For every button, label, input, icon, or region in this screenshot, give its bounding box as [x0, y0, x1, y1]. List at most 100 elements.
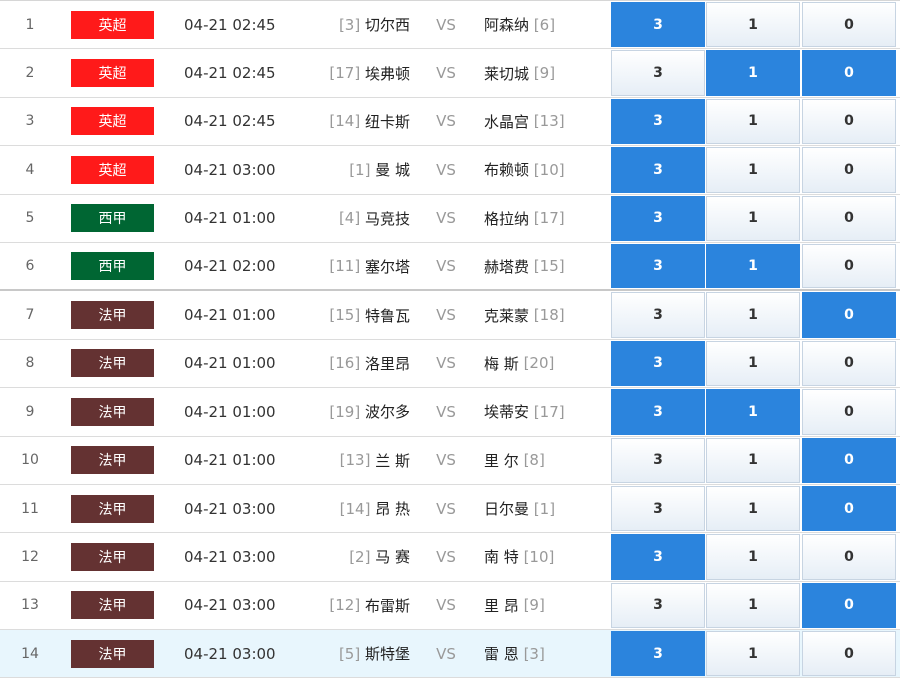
league-badge[interactable]: 英超 — [71, 59, 154, 88]
option-draw-button[interactable]: 1 — [706, 485, 800, 532]
away-team-name[interactable]: 布赖顿 — [484, 159, 529, 180]
home-team-name[interactable]: 特鲁瓦 — [365, 305, 410, 326]
option-loss-button[interactable]: 0 — [802, 437, 896, 483]
away-rank: [17] — [533, 209, 565, 228]
away-team-name[interactable]: 阿森纳 — [484, 14, 529, 35]
league-badge[interactable]: 英超 — [71, 107, 154, 136]
option-win-button[interactable]: 3 — [611, 292, 705, 338]
league-cell: 英超 — [71, 146, 154, 193]
option-loss-button[interactable]: 0 — [802, 195, 896, 241]
option-draw-button[interactable]: 1 — [706, 389, 800, 435]
home-team-name[interactable]: 布雷斯 — [365, 595, 410, 616]
home-team: [17] 埃弗顿 — [290, 49, 410, 96]
option-win-button[interactable]: 3 — [611, 98, 705, 145]
league-badge[interactable]: 法甲 — [71, 397, 154, 426]
option-win-button[interactable]: 3 — [611, 389, 705, 435]
league-badge[interactable]: 西甲 — [71, 204, 154, 233]
option-win-button[interactable]: 3 — [611, 582, 705, 629]
option-loss-button[interactable]: 0 — [802, 147, 896, 193]
away-team-name[interactable]: 克莱蒙 — [484, 305, 529, 326]
away-team-name[interactable]: 里 尔 — [484, 450, 519, 471]
league-badge[interactable]: 法甲 — [71, 494, 154, 523]
option-loss-button[interactable]: 0 — [802, 243, 896, 289]
option-loss-button[interactable]: 0 — [802, 389, 896, 435]
home-team-name[interactable]: 波尔多 — [365, 401, 410, 422]
home-team: [13] 兰 斯 — [290, 437, 410, 484]
vs-label: VS — [436, 451, 456, 470]
home-team-name[interactable]: 马竞技 — [365, 208, 410, 229]
option-draw-button[interactable]: 1 — [706, 147, 800, 193]
away-team-name[interactable]: 赫塔费 — [484, 256, 529, 277]
home-rank: [3] — [338, 15, 361, 34]
option-draw-button[interactable]: 1 — [706, 243, 800, 289]
option-draw-button[interactable]: 1 — [706, 98, 800, 145]
home-team-name[interactable]: 斯特堡 — [365, 643, 410, 664]
away-team-name[interactable]: 埃蒂安 — [484, 401, 529, 422]
league-badge[interactable]: 英超 — [71, 155, 154, 184]
home-team-name[interactable]: 纽卡斯 — [365, 111, 410, 132]
away-team-name[interactable]: 格拉纳 — [484, 208, 529, 229]
option-win-button[interactable]: 3 — [611, 631, 705, 677]
league-badge[interactable]: 英超 — [71, 10, 154, 39]
option-loss-button[interactable]: 0 — [802, 582, 896, 629]
home-team-name[interactable]: 埃弗顿 — [365, 63, 410, 84]
option-draw-button[interactable]: 1 — [706, 50, 800, 96]
option-loss-button[interactable]: 0 — [802, 534, 896, 580]
match-index: 14 — [21, 645, 39, 662]
option-loss-button[interactable]: 0 — [802, 50, 896, 96]
match-time: 04-21 03:00 — [184, 499, 276, 518]
league-badge[interactable]: 法甲 — [71, 639, 154, 668]
option-win-button[interactable]: 3 — [611, 243, 705, 289]
option-loss-button[interactable]: 0 — [802, 292, 896, 338]
league-badge[interactable]: 法甲 — [71, 542, 154, 571]
match-time: 04-21 02:45 — [184, 112, 276, 131]
home-team-name[interactable]: 兰 斯 — [375, 450, 410, 471]
option-win-button[interactable]: 3 — [611, 340, 705, 387]
option-win-button[interactable]: 3 — [611, 2, 705, 48]
option-win-button[interactable]: 3 — [611, 147, 705, 193]
option-loss-button[interactable]: 0 — [802, 98, 896, 145]
away-team-name[interactable]: 梅 斯 — [484, 353, 519, 374]
option-draw-button[interactable]: 1 — [706, 534, 800, 580]
option-draw-button[interactable]: 1 — [706, 631, 800, 677]
option-win-button[interactable]: 3 — [611, 485, 705, 532]
league-cell: 法甲 — [71, 533, 154, 580]
option-draw-button[interactable]: 1 — [706, 340, 800, 387]
option-win-button[interactable]: 3 — [611, 195, 705, 241]
home-team-name[interactable]: 昂 热 — [375, 498, 410, 519]
option-loss-button[interactable]: 0 — [802, 340, 896, 387]
league-badge[interactable]: 法甲 — [71, 446, 154, 475]
option-loss-button[interactable]: 0 — [802, 2, 896, 48]
match-time: 04-21 03:00 — [184, 160, 276, 179]
away-team-name[interactable]: 水晶宫 — [484, 111, 529, 132]
option-win-button[interactable]: 3 — [611, 50, 705, 96]
home-team-name[interactable]: 切尔西 — [365, 14, 410, 35]
match-row: 8 法甲 04-21 01:00 [16] 洛里昂 VS 梅 斯 [20] 3 … — [0, 340, 900, 389]
away-team-name[interactable]: 日尔曼 — [484, 498, 529, 519]
league-badge[interactable]: 法甲 — [71, 591, 154, 620]
away-rank: [6] — [533, 15, 556, 34]
match-index: 4 — [25, 161, 35, 178]
away-team-name[interactable]: 莱切城 — [484, 63, 529, 84]
league-badge[interactable]: 法甲 — [71, 301, 154, 330]
option-draw-button[interactable]: 1 — [706, 437, 800, 483]
home-team-name[interactable]: 塞尔塔 — [365, 256, 410, 277]
option-draw-button[interactable]: 1 — [706, 292, 800, 338]
option-win-button[interactable]: 3 — [611, 534, 705, 580]
option-draw-button[interactable]: 1 — [706, 2, 800, 48]
home-team-name[interactable]: 马 赛 — [375, 546, 410, 567]
away-team-name[interactable]: 里 昂 — [484, 595, 519, 616]
home-rank: [11] — [329, 257, 361, 276]
home-team-name[interactable]: 洛里昂 — [365, 353, 410, 374]
away-team-name[interactable]: 雷 恩 — [484, 643, 519, 664]
away-team-name[interactable]: 南 特 — [484, 546, 519, 567]
league-badge[interactable]: 法甲 — [71, 349, 154, 378]
option-loss-button[interactable]: 0 — [802, 631, 896, 677]
vs-label: VS — [436, 15, 456, 34]
option-win-button[interactable]: 3 — [611, 437, 705, 483]
option-loss-button[interactable]: 0 — [802, 485, 896, 532]
option-draw-button[interactable]: 1 — [706, 582, 800, 629]
league-badge[interactable]: 西甲 — [71, 252, 154, 281]
home-team-name[interactable]: 曼 城 — [375, 159, 410, 180]
option-draw-button[interactable]: 1 — [706, 195, 800, 241]
